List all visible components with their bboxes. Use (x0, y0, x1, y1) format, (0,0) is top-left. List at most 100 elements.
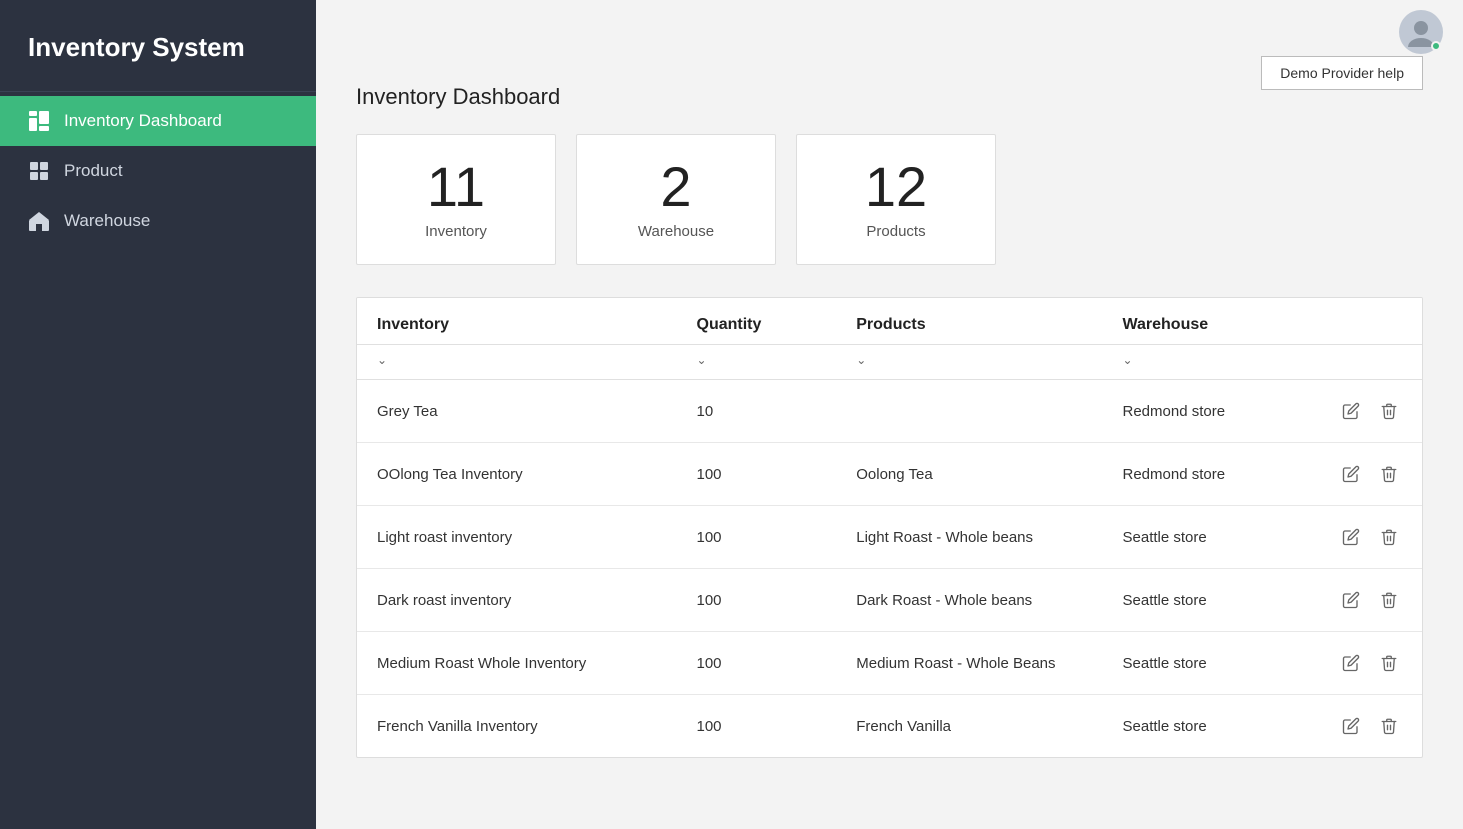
warehouse-icon (28, 210, 50, 232)
cell-inventory: Grey Tea (357, 380, 677, 443)
inventory-filter-dropdown[interactable]: ⌄ (377, 353, 657, 367)
filter-inventory: ⌄ (357, 345, 677, 380)
stats-row: 11 Inventory 2 Warehouse 12 Products (356, 134, 1423, 265)
sidebar: Inventory System Inventory Dashboard (0, 0, 316, 829)
sidebar-nav: Inventory Dashboard Product (0, 92, 316, 246)
dashboard-icon (28, 110, 50, 132)
delete-button[interactable] (1376, 650, 1402, 676)
edit-button[interactable] (1338, 398, 1364, 424)
stat-warehouse-label: Warehouse (638, 223, 714, 240)
cell-inventory: OOlong Tea Inventory (357, 443, 677, 506)
delete-icon (1380, 654, 1398, 672)
cell-actions (1316, 443, 1423, 506)
table-row: Grey Tea10 Redmond store (357, 380, 1422, 443)
stat-products-number: 12 (865, 159, 927, 215)
cell-quantity: 10 (677, 380, 837, 443)
cell-actions (1316, 632, 1423, 695)
cell-warehouse: Redmond store (1103, 443, 1316, 506)
edit-icon (1342, 654, 1360, 672)
stat-warehouse-number: 2 (660, 159, 691, 215)
col-header-warehouse: Warehouse (1103, 298, 1316, 345)
inventory-table-container: Inventory Quantity Products Warehouse (356, 297, 1423, 758)
table-filter-row: ⌄ ⌄ ⌄ (357, 345, 1422, 380)
delete-icon (1380, 465, 1398, 483)
sidebar-item-product-label: Product (64, 161, 123, 181)
cell-products: Dark Roast - Whole beans (836, 569, 1102, 632)
quantity-filter-dropdown[interactable]: ⌄ (697, 353, 817, 367)
table-header-row: Inventory Quantity Products Warehouse (357, 298, 1422, 345)
cell-products: Medium Roast - Whole Beans (836, 632, 1102, 695)
cell-inventory: Dark roast inventory (357, 569, 677, 632)
inventory-filter-chevron: ⌄ (377, 353, 387, 367)
edit-button[interactable] (1338, 461, 1364, 487)
cell-warehouse: Redmond store (1103, 380, 1316, 443)
quantity-filter-chevron: ⌄ (697, 353, 707, 367)
col-header-actions (1316, 298, 1423, 345)
cell-quantity: 100 (677, 695, 837, 758)
edit-icon (1342, 591, 1360, 609)
avatar-status-dot (1431, 41, 1441, 51)
edit-icon (1342, 528, 1360, 546)
cell-products (836, 380, 1102, 443)
stat-card-products: 12 Products (796, 134, 996, 265)
edit-button[interactable] (1338, 713, 1364, 739)
cell-quantity: 100 (677, 632, 837, 695)
table-row: Light roast inventory100Light Roast - Wh… (357, 506, 1422, 569)
user-avatar[interactable] (1399, 10, 1443, 54)
cell-actions (1316, 569, 1423, 632)
filter-quantity: ⌄ (677, 345, 837, 380)
table-row: French Vanilla Inventory100French Vanill… (357, 695, 1422, 758)
demo-help-button[interactable]: Demo Provider help (1261, 56, 1423, 90)
products-filter-dropdown[interactable]: ⌄ (856, 353, 1082, 367)
sidebar-item-warehouse[interactable]: Warehouse (0, 196, 316, 246)
cell-products: French Vanilla (836, 695, 1102, 758)
edit-button[interactable] (1338, 524, 1364, 550)
delete-button[interactable] (1376, 524, 1402, 550)
product-icon (28, 160, 50, 182)
cell-warehouse: Seattle store (1103, 632, 1316, 695)
delete-button[interactable] (1376, 587, 1402, 613)
cell-inventory: Light roast inventory (357, 506, 677, 569)
cell-products: Light Roast - Whole beans (836, 506, 1102, 569)
stat-products-label: Products (866, 223, 925, 240)
table-row: Medium Roast Whole Inventory100Medium Ro… (357, 632, 1422, 695)
delete-button[interactable] (1376, 398, 1402, 424)
col-header-inventory: Inventory (357, 298, 677, 345)
cell-inventory: French Vanilla Inventory (357, 695, 677, 758)
cell-quantity: 100 (677, 443, 837, 506)
warehouse-filter-dropdown[interactable]: ⌄ (1123, 353, 1296, 367)
cell-products: Oolong Tea (836, 443, 1102, 506)
edit-button[interactable] (1338, 650, 1364, 676)
stat-inventory-number: 11 (427, 159, 485, 215)
sidebar-item-dashboard-label: Inventory Dashboard (64, 111, 222, 131)
col-header-quantity: Quantity (677, 298, 837, 345)
table-body: Grey Tea10 Redmond store (357, 380, 1422, 758)
delete-button[interactable] (1376, 713, 1402, 739)
edit-button[interactable] (1338, 587, 1364, 613)
products-filter-chevron: ⌄ (856, 353, 866, 367)
sidebar-item-warehouse-label: Warehouse (64, 211, 150, 231)
cell-quantity: 100 (677, 506, 837, 569)
delete-icon (1380, 528, 1398, 546)
table-row: OOlong Tea Inventory100Oolong TeaRedmond… (357, 443, 1422, 506)
sidebar-item-product[interactable]: Product (0, 146, 316, 196)
col-header-products: Products (836, 298, 1102, 345)
header-bar (316, 0, 1463, 64)
stat-inventory-label: Inventory (425, 223, 487, 240)
table-row: Dark roast inventory100Dark Roast - Whol… (357, 569, 1422, 632)
stat-card-warehouse: 2 Warehouse (576, 134, 776, 265)
app-title: Inventory System (0, 0, 316, 92)
cell-actions (1316, 380, 1423, 443)
cell-warehouse: Seattle store (1103, 569, 1316, 632)
cell-actions (1316, 506, 1423, 569)
filter-actions (1316, 345, 1423, 380)
edit-icon (1342, 717, 1360, 735)
cell-actions (1316, 695, 1423, 758)
delete-icon (1380, 717, 1398, 735)
warehouse-filter-chevron: ⌄ (1123, 353, 1133, 367)
sidebar-item-dashboard[interactable]: Inventory Dashboard (0, 96, 316, 146)
cell-warehouse: Seattle store (1103, 506, 1316, 569)
content-area: Inventory Dashboard Demo Provider help 1… (316, 64, 1463, 798)
delete-icon (1380, 591, 1398, 609)
delete-button[interactable] (1376, 461, 1402, 487)
